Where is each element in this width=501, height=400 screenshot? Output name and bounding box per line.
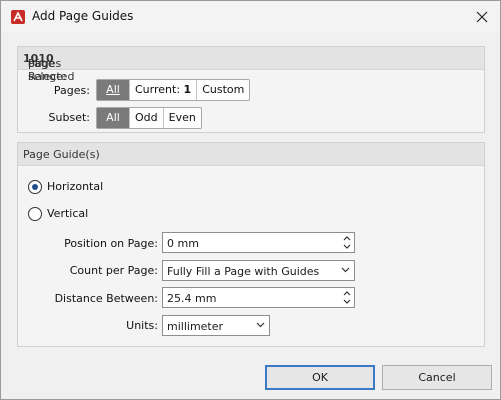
window-title: Add Page Guides [32,9,134,23]
distance-spinbox[interactable]: 25.4 mm [162,287,355,308]
page-range-header: Page Range: 10 of 10 pages selected [18,47,484,83]
spinner-arrows-icon[interactable] [342,234,352,251]
subset-segmented-control: All Odd Even [96,107,202,129]
cancel-button[interactable]: Cancel [382,365,492,390]
position-value: 0 mm [167,237,199,250]
subset-even-button[interactable]: Even [164,108,201,128]
vertical-label: Vertical [47,207,89,220]
ok-button[interactable]: OK [265,365,375,390]
dialog-window: Add Page Guides Page Range: 10 of 10 pag… [0,0,501,400]
page-range-group: Page Range: 10 of 10 pages selected Page… [17,46,485,133]
count-label: Count per Page: [69,264,158,277]
subset-odd-button[interactable]: Odd [130,108,164,128]
position-spinbox[interactable]: 0 mm [162,232,355,253]
close-icon [476,11,488,23]
units-label: Units: [126,319,158,332]
spinner-arrows-icon[interactable] [342,289,352,306]
horizontal-label: Horizontal [47,180,104,193]
pages-segmented-control: All Current: 1 Custom [96,79,251,101]
title-bar: Add Page Guides [1,1,500,32]
page-range-suffix: pages selected [28,57,75,83]
units-value: millimeter [167,320,224,333]
count-dropdown[interactable]: Fully Fill a Page with Guides [162,260,355,281]
subset-label: Subset: [48,111,90,124]
pdf-app-icon [11,10,25,24]
chevron-down-icon [256,322,265,328]
pages-current-button[interactable]: Current: 1 [130,80,198,100]
distance-label: Distance Between: [54,292,158,305]
vertical-radio[interactable] [28,207,42,221]
chevron-down-icon [341,267,350,273]
page-guides-group: Page Guide(s) Horizontal Vertical Positi… [17,142,485,347]
count-value: Fully Fill a Page with Guides [167,265,320,278]
horizontal-radio[interactable] [28,180,42,194]
pages-label: Pages: [53,84,90,97]
close-button[interactable] [467,4,497,30]
units-dropdown[interactable]: millimeter [162,315,270,336]
position-label: Position on Page: [64,237,158,250]
distance-value: 25.4 mm [167,292,217,305]
subset-all-button[interactable]: All [97,108,130,128]
page-guides-header: Page Guide(s) [18,143,484,166]
pages-custom-button[interactable]: Custom [197,80,249,100]
pages-all-button[interactable]: All [97,80,130,100]
